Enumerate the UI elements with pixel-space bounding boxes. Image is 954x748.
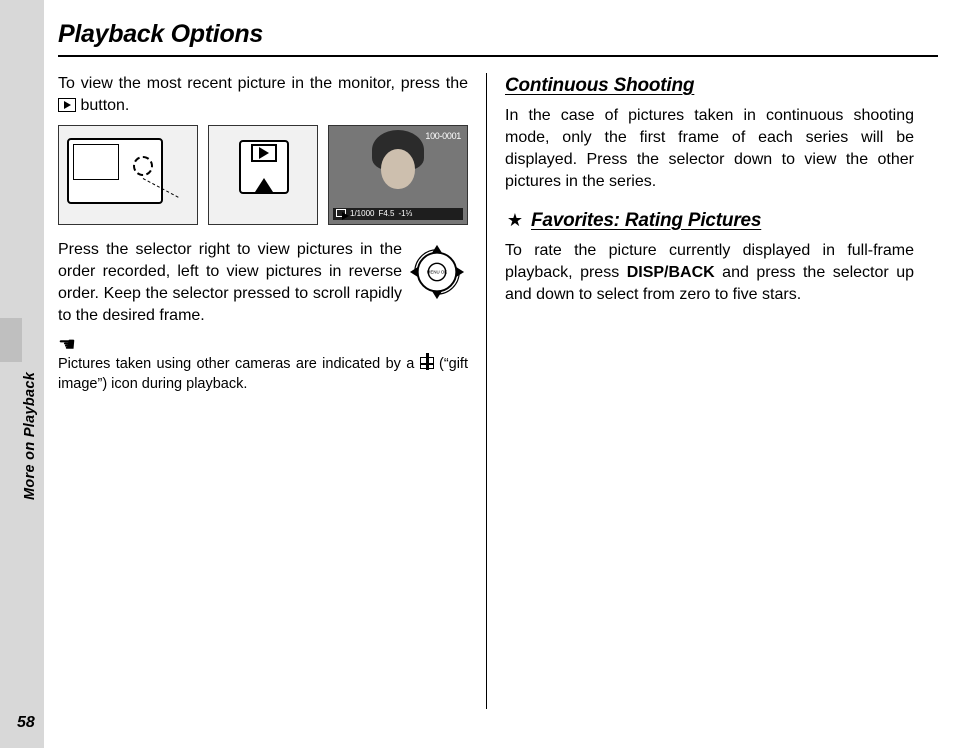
intro-text-a: To view the most recent picture in the m… [58, 75, 468, 92]
svg-text:MENU OK: MENU OK [427, 270, 447, 275]
note-pointer-icon: ☚ [58, 335, 468, 355]
continuous-shooting-text: In the case of pictures taken in continu… [505, 105, 914, 193]
note-paragraph: Pictures taken using other cameras are i… [58, 355, 468, 394]
favorites-heading-row: ★ Favorites: Rating Pictures [505, 208, 914, 234]
figure-row: 100-0001 1/1000 F4.5 -1⅓ [58, 125, 468, 225]
sample-photo-preview: 100-0001 1/1000 F4.5 -1⅓ [328, 125, 468, 225]
exposure-comp: -1⅓ [398, 208, 412, 220]
disp-back-key: DISP/BACK [627, 264, 715, 281]
selector-paragraph: MENU OK Press the selector right to view… [58, 239, 468, 327]
two-column-layout: To view the most recent picture in the m… [58, 73, 938, 709]
shutter-speed: 1/1000 [350, 208, 374, 220]
left-column: To view the most recent picture in the m… [58, 73, 486, 709]
playback-button-illustration [208, 125, 318, 225]
aperture: F4.5 [378, 208, 394, 220]
selector-dial-icon: MENU OK [408, 243, 466, 301]
section-label: More on Playback [22, 486, 38, 501]
page-number: 58 [17, 714, 35, 732]
continuous-shooting-heading: Continuous Shooting [505, 73, 914, 99]
favorites-heading: Favorites: Rating Pictures [531, 208, 761, 234]
favorites-text: To rate the picture currently displayed … [505, 240, 914, 306]
note-text-a: Pictures taken using other cameras are i… [58, 356, 420, 372]
frame-number-overlay: 100-0001 [425, 130, 461, 142]
page-body: Playback Options To view the most recent… [58, 20, 938, 709]
intro-text-b: button. [76, 97, 129, 114]
star-icon: ★ [505, 208, 525, 233]
selector-text: Press the selector right to view picture… [58, 241, 402, 324]
right-column: Continuous Shooting In the case of pictu… [486, 73, 914, 709]
gift-image-icon [420, 357, 434, 369]
intro-paragraph: To view the most recent picture in the m… [58, 73, 468, 117]
page-title: Playback Options [58, 20, 938, 57]
exposure-info-overlay: 1/1000 F4.5 -1⅓ [333, 208, 463, 220]
camera-back-illustration [58, 125, 198, 225]
thumb-tab [0, 318, 22, 362]
playback-icon [58, 98, 76, 112]
